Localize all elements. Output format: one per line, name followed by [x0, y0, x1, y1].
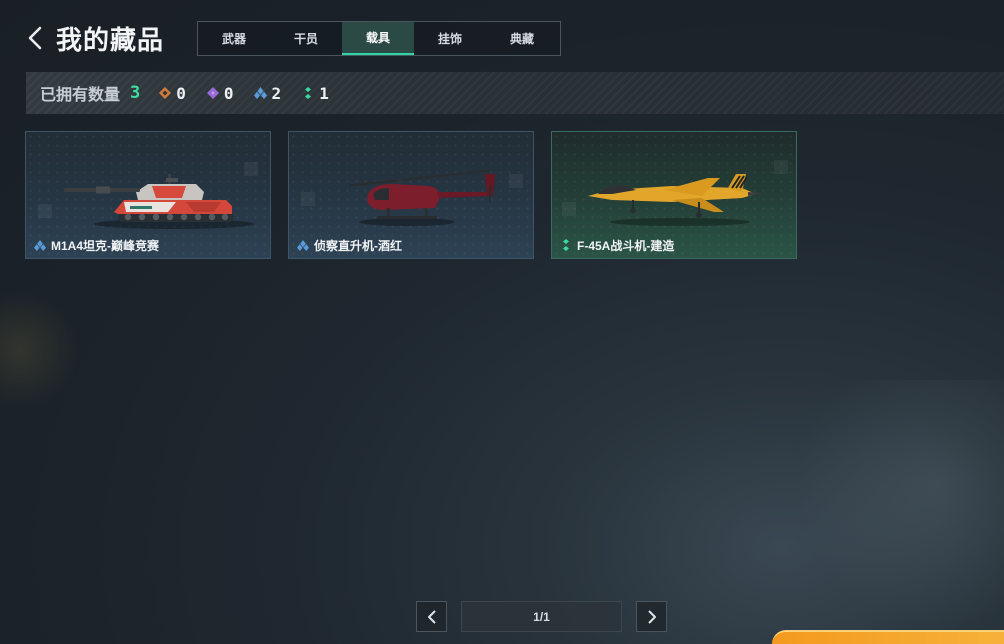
background-glow — [0, 290, 80, 410]
tab-operators[interactable]: 干员 — [270, 22, 342, 55]
rarity-stat-green: 1 — [301, 84, 329, 103]
helicopter-icon — [349, 169, 495, 226]
page-indicator: 1/1 — [461, 601, 622, 632]
blue-rarity-icon — [297, 239, 309, 251]
rarity-stat-blue: 2 — [254, 83, 282, 103]
previous-page-button[interactable] — [416, 601, 447, 632]
chevron-left-icon — [427, 609, 436, 624]
owned-count-value: 3 — [130, 83, 141, 103]
category-tabs: 武器 干员 载具 挂饰 典藏 — [197, 21, 561, 56]
collection-grid: M1A4坦克-巅峰竞赛 侦察直升机-酒红 F-45A战斗机-建造 — [25, 131, 814, 259]
owned-count-label: 已拥有数量 — [40, 87, 121, 104]
back-button[interactable] — [22, 18, 48, 58]
chevron-right-icon — [647, 609, 656, 624]
purple-rarity-icon — [206, 86, 220, 100]
ownership-stats-bar: 已拥有数量 3 0 0 2 1 — [26, 72, 1004, 114]
blue-rarity-icon — [254, 86, 268, 100]
item-card[interactable]: M1A4坦克-巅峰竞赛 — [25, 131, 271, 259]
next-page-button[interactable] — [636, 601, 667, 632]
item-card-footer: 侦察直升机-酒红 — [289, 232, 533, 258]
header: 我的藏品 — [22, 18, 164, 58]
corner-action-button[interactable] — [772, 630, 1004, 644]
item-card-footer: F-45A战斗机-建造 — [552, 232, 796, 258]
item-card[interactable]: 侦察直升机-酒红 — [288, 131, 534, 259]
rarity-stat-purple: 0 — [206, 84, 234, 103]
tab-charms[interactable]: 挂饰 — [414, 22, 486, 55]
item-name: 侦察直升机-酒红 — [314, 238, 402, 253]
orange-rarity-icon — [158, 86, 172, 100]
rarity-stat-orange: 0 — [158, 84, 186, 103]
fighter-jet-icon — [588, 174, 762, 226]
green-rarity-icon — [560, 239, 572, 251]
chevron-left-icon — [28, 26, 42, 50]
rarity-count-blue: 2 — [271, 83, 282, 103]
item-name: M1A4坦克-巅峰竞赛 — [51, 238, 160, 253]
tab-collection[interactable]: 典藏 — [486, 22, 558, 55]
rarity-count-green: 1 — [319, 83, 329, 103]
page-title: 我的藏品 — [56, 24, 165, 55]
pagination: 1/1 — [416, 601, 667, 632]
item-card-footer: M1A4坦克-巅峰竞赛 — [26, 232, 270, 258]
green-rarity-icon — [301, 86, 315, 100]
tank-icon — [64, 174, 254, 229]
rarity-count-orange: 0 — [176, 83, 186, 103]
blue-rarity-icon — [34, 239, 46, 251]
item-card[interactable]: F-45A战斗机-建造 — [551, 131, 797, 259]
tab-vehicles[interactable]: 载具 — [342, 22, 414, 55]
background-highlight — [784, 380, 1004, 640]
item-name: F-45A战斗机-建造 — [577, 238, 675, 253]
tab-weapons[interactable]: 武器 — [198, 22, 270, 55]
rarity-count-purple: 0 — [223, 83, 234, 103]
